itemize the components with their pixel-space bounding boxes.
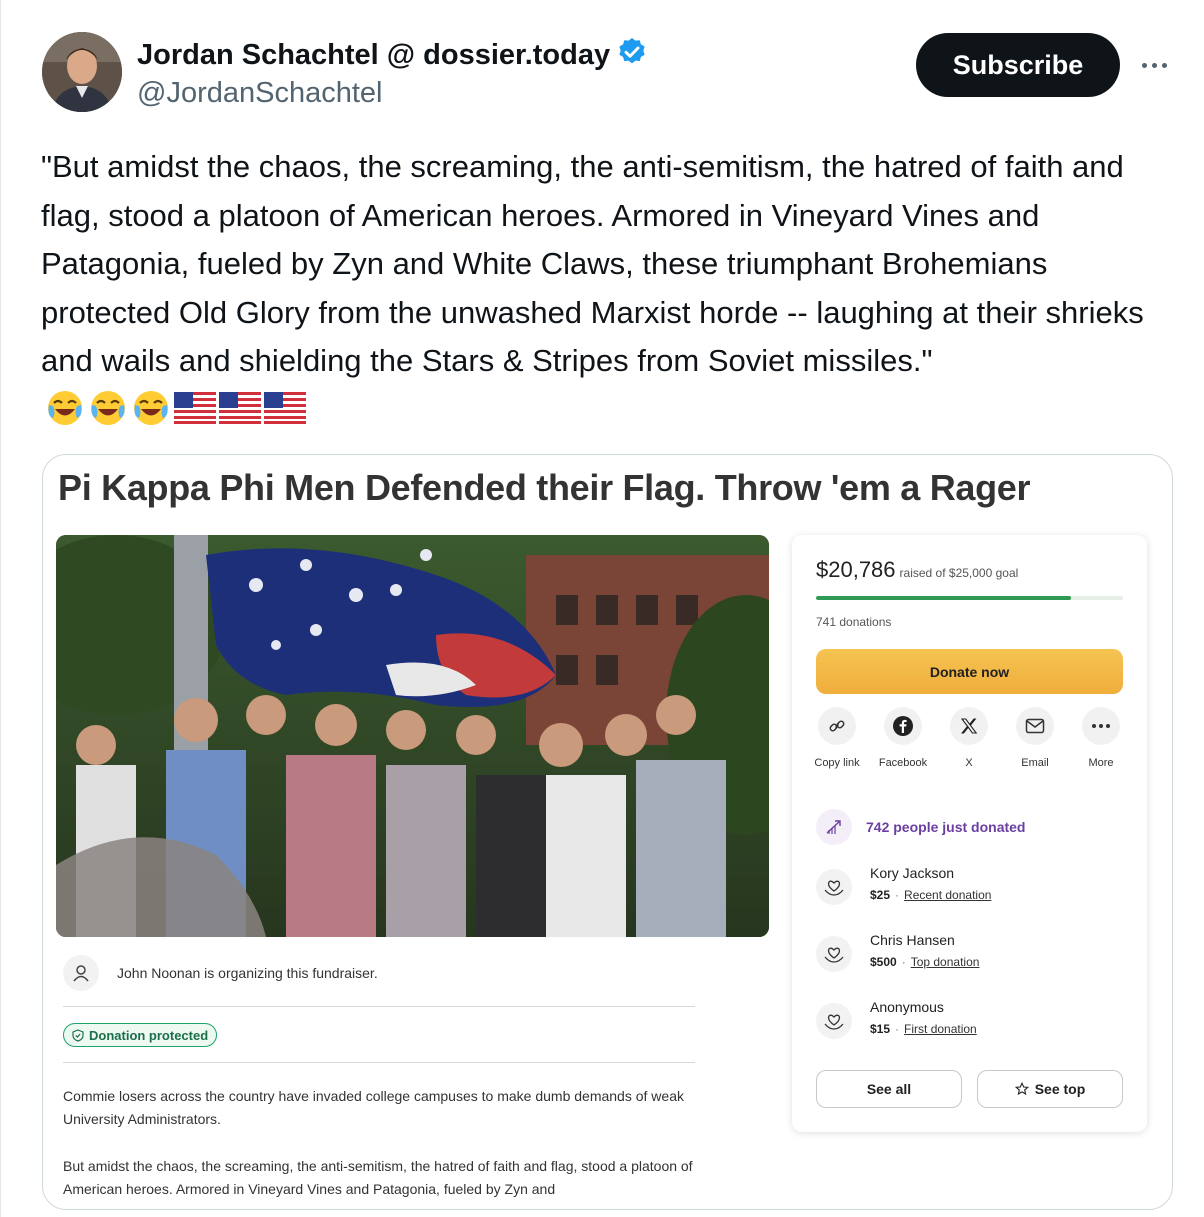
just-donated-text: 742 people just donated: [866, 819, 1026, 835]
share-label: X: [965, 757, 973, 769]
fundraiser-title: Pi Kappa Phi Men Defended their Flag. Th…: [58, 467, 1031, 508]
share-label: More: [1088, 757, 1114, 769]
share-more[interactable]: More: [1071, 707, 1131, 771]
see-all-button[interactable]: See all: [816, 1070, 962, 1108]
raised-goal: raised of $25,000 goal: [899, 566, 1019, 580]
raised-amount: $20,786: [816, 557, 896, 582]
donation-protected-badge[interactable]: Donation protected: [63, 1023, 218, 1047]
us-flag-emoji-icon: [174, 391, 216, 424]
author-handle[interactable]: @JordanSchachtel: [137, 77, 382, 110]
embedded-image-card[interactable]: Pi Kappa Phi Men Defended their Flag. Th…: [42, 454, 1173, 1210]
divider: [63, 1006, 695, 1007]
raised-summary: $20,786 raised of $25,000 goal: [816, 557, 1018, 583]
progress-bar: [816, 596, 1123, 600]
subscribe-button[interactable]: Subscribe: [916, 33, 1120, 97]
star-icon: [1014, 1082, 1029, 1096]
us-flag-emoji-icon: [219, 391, 261, 424]
see-top-label: See top: [1034, 1081, 1086, 1097]
organizer-text: John Noonan is organizing this fundraise…: [117, 965, 378, 981]
tweet-text: "But amidst the chaos, the screaming, th…: [41, 143, 1171, 434]
donor-meta: $15 · First donation: [870, 1019, 977, 1039]
person-icon: [63, 955, 99, 991]
facebook-icon: [884, 707, 922, 745]
donor-meta: $500 · Top donation: [870, 952, 979, 972]
email-icon: [1016, 707, 1054, 745]
author-name-text: Jordan Schachtel @ dossier.today: [137, 39, 611, 71]
donor-amount: $15: [870, 1022, 891, 1036]
progress-fill: [816, 596, 1071, 600]
more-icon: [1082, 707, 1120, 745]
donor-tag-link[interactable]: Recent donation: [904, 888, 991, 902]
fundraiser-photo: [56, 535, 769, 937]
fundraiser-story: Commie losers across the country have in…: [63, 1085, 703, 1201]
separator: ·: [901, 955, 906, 969]
donor-name: Anonymous: [870, 999, 944, 1015]
donor-item: Kory Jackson $25 · Recent donation: [816, 863, 991, 905]
heart-hands-icon: [816, 1003, 852, 1039]
story-paragraph: But amidst the chaos, the screaming, the…: [63, 1158, 693, 1197]
laughing-emoji-icon: [134, 390, 168, 425]
donor-tag-link[interactable]: Top donation: [911, 955, 980, 969]
share-label: Facebook: [878, 757, 928, 769]
more-options-icon[interactable]: [1137, 48, 1171, 82]
see-top-button[interactable]: See top: [977, 1070, 1123, 1108]
author-name[interactable]: Jordan Schachtel @ dossier.today: [137, 36, 648, 72]
share-facebook[interactable]: Facebook: [873, 707, 933, 771]
donor-meta: $25 · Recent donation: [870, 885, 991, 905]
divider: [63, 1062, 695, 1063]
donation-panel: $20,786 raised of $25,000 goal 741 donati…: [792, 535, 1147, 1132]
share-label: Copy link: [814, 757, 860, 769]
share-row: Copy link Facebook X Email More: [814, 707, 1126, 787]
heart-hands-icon: [816, 936, 852, 972]
donations-count: 741 donations: [816, 615, 892, 629]
see-all-label: See all: [866, 1081, 912, 1097]
donor-tag-link[interactable]: First donation: [904, 1022, 977, 1036]
donation-protected-label: Donation protected: [89, 1027, 209, 1043]
donor-amount: $25: [870, 888, 891, 902]
story-paragraph: Commie losers across the country have in…: [63, 1088, 684, 1127]
heart-hands-icon: [816, 869, 852, 905]
x-icon: [950, 707, 988, 745]
organizer-row: John Noonan is organizing this fundraise…: [63, 955, 378, 991]
just-donated-row: 742 people just donated: [816, 809, 1025, 845]
laughing-emoji-icon: [91, 390, 125, 425]
donor-name: Chris Hansen: [870, 932, 955, 948]
verified-badge-icon: [616, 36, 648, 68]
link-icon: [818, 707, 856, 745]
shield-icon: [72, 1028, 84, 1042]
share-email[interactable]: Email: [1005, 707, 1065, 771]
donor-name: Kory Jackson: [870, 865, 955, 881]
author-avatar[interactable]: [42, 32, 122, 112]
donor-amount: $500: [870, 955, 897, 969]
separator: ·: [895, 888, 900, 902]
share-x[interactable]: X: [939, 707, 999, 771]
trending-up-icon: [816, 809, 852, 845]
donor-item: Anonymous $15 · First donation: [816, 997, 977, 1039]
tweet: Jordan Schachtel @ dossier.today @Jordan…: [0, 0, 1204, 1217]
laughing-emoji-icon: [48, 390, 82, 425]
donor-item: Chris Hansen $500 · Top donation: [816, 930, 979, 972]
emoji-row: [45, 388, 306, 428]
share-label: Email: [1021, 757, 1049, 769]
donate-now-button[interactable]: Donate now: [816, 649, 1123, 694]
share-copy-link[interactable]: Copy link: [807, 707, 867, 771]
separator: ·: [895, 1022, 900, 1036]
us-flag-emoji-icon: [264, 391, 306, 424]
tweet-text-body: "But amidst the chaos, the screaming, th…: [41, 149, 1144, 378]
